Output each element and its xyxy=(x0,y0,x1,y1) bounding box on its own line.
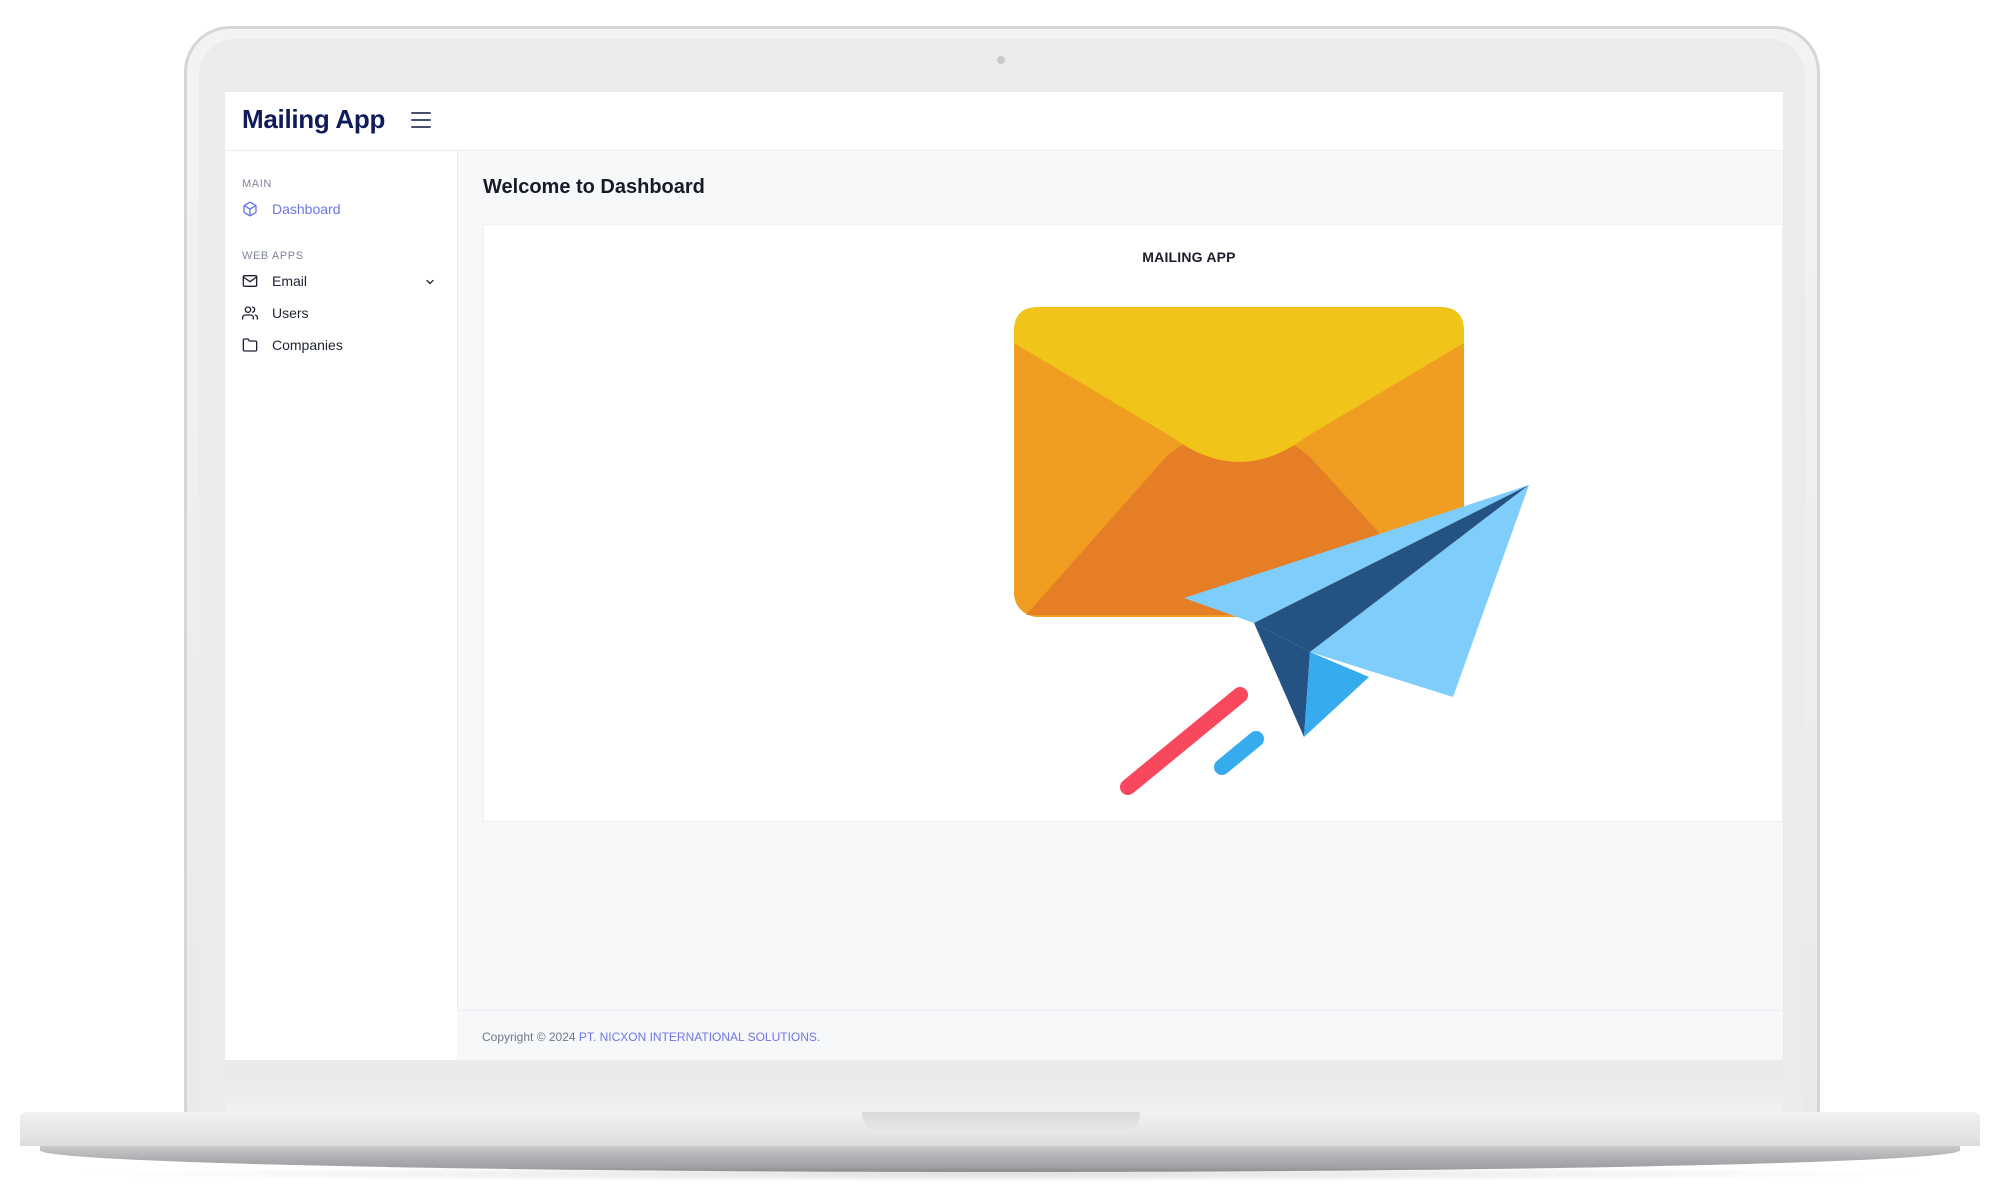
nav-section-web-apps: WEB APPS xyxy=(242,250,304,262)
folder-icon xyxy=(242,337,258,353)
sidebar-item-companies[interactable]: Companies xyxy=(242,333,442,357)
cube-icon xyxy=(242,201,258,217)
nav-section-main: MAIN xyxy=(242,178,272,190)
menu-toggle-icon[interactable] xyxy=(411,112,431,128)
laptop-base-notch xyxy=(862,1112,1140,1134)
company-link[interactable]: PT. NICXON INTERNATIONAL SOLUTIONS xyxy=(579,1030,817,1044)
dashboard-card: MAILING APP xyxy=(483,224,1783,822)
footer-copyright: Copyright © 2024 PT. NICXON INTERNATIONA… xyxy=(482,1030,821,1044)
card-title: MAILING APP xyxy=(1142,249,1236,265)
sidebar-item-email[interactable]: Email xyxy=(242,269,442,293)
sidebar-item-label: Dashboard xyxy=(272,201,341,217)
users-icon xyxy=(242,305,258,321)
sidebar-item-users[interactable]: Users xyxy=(242,301,442,325)
motion-streak-blue xyxy=(1214,731,1264,775)
app-screen: Mailing App MAIN Dashboard WEB APPS Emai… xyxy=(225,92,1783,1060)
mailing-illustration xyxy=(1014,307,1529,795)
page-title: Welcome to Dashboard xyxy=(483,176,705,198)
top-header xyxy=(457,92,1783,151)
chevron-down-icon[interactable] xyxy=(424,275,436,287)
app-title: Mailing App xyxy=(242,104,386,134)
sidebar: Mailing App MAIN Dashboard WEB APPS Emai… xyxy=(225,92,458,1060)
footer: Copyright © 2024 PT. NICXON INTERNATIONA… xyxy=(457,1010,1783,1060)
laptop-chin xyxy=(225,1066,1783,1114)
sidebar-item-label: Email xyxy=(272,273,308,289)
laptop-shadow xyxy=(60,1166,1940,1182)
brand-bar: Mailing App xyxy=(225,92,457,151)
camera-dot xyxy=(997,56,1005,64)
mail-icon xyxy=(242,273,258,289)
sidebar-item-label: Users xyxy=(272,305,309,321)
sidebar-item-dashboard[interactable]: Dashboard xyxy=(242,197,442,221)
sidebar-item-label: Companies xyxy=(272,337,343,353)
